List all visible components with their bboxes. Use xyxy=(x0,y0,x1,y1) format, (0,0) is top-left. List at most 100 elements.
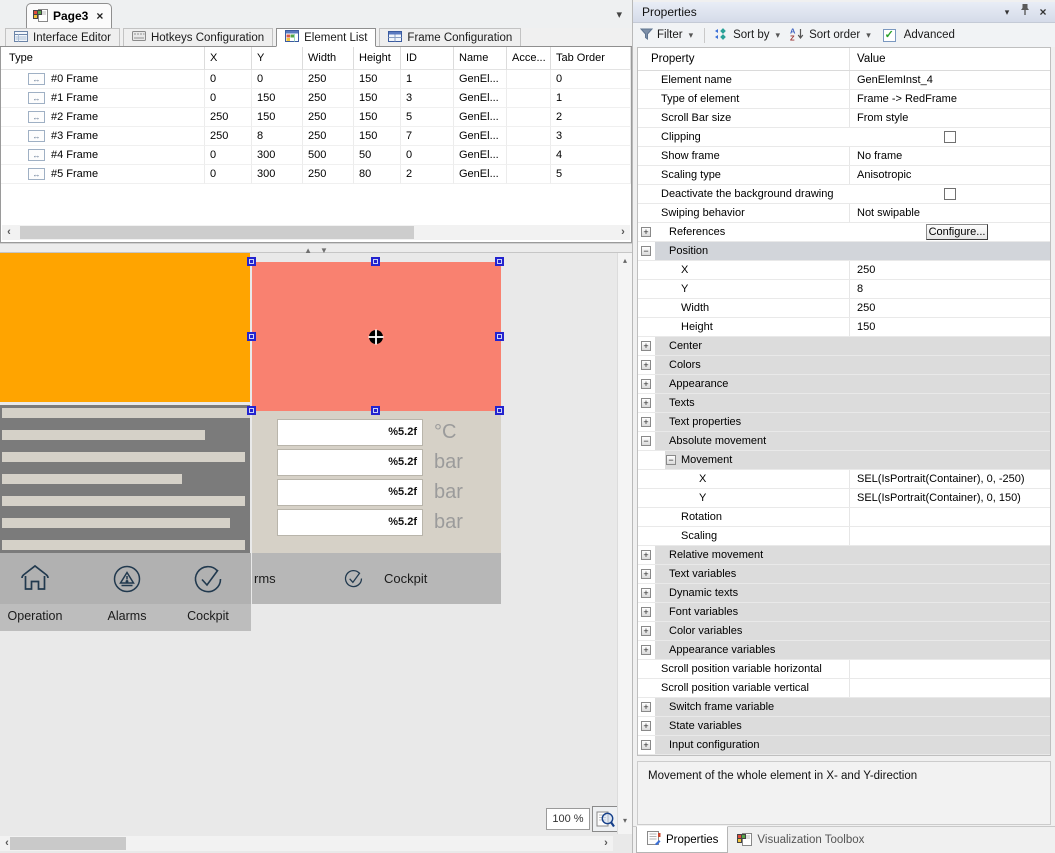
configure-button[interactable]: Configure... xyxy=(926,224,988,240)
column-header[interactable]: Tab Order xyxy=(551,47,631,70)
property-row[interactable]: + Center xyxy=(638,337,1050,356)
property-row[interactable]: − Absolute movement xyxy=(638,432,1050,451)
canvas-value-field[interactable]: %5.2f °C xyxy=(277,419,477,446)
expander-icon[interactable]: + xyxy=(641,702,651,712)
property-value[interactable] xyxy=(849,508,1050,526)
table-row[interactable]: ↔#1 Frame 0 150 250 150 3 GenEl... 1 xyxy=(1,89,631,108)
property-value[interactable]: 250 xyxy=(849,299,1050,317)
canvas-value-field[interactable]: %5.2f bar xyxy=(277,449,477,476)
column-header[interactable]: Acce... xyxy=(507,47,551,70)
expander-icon[interactable]: + xyxy=(641,550,651,560)
property-value[interactable] xyxy=(849,660,1050,678)
selection-handle-se[interactable] xyxy=(495,406,504,415)
subtab-element-list[interactable]: Element List xyxy=(276,28,376,47)
column-header[interactable]: Width xyxy=(303,47,354,70)
subtab-hotkeys-configuration[interactable]: Hotkeys Configuration xyxy=(123,28,273,46)
column-header-property[interactable]: Property xyxy=(638,48,849,70)
orange-frame-element[interactable] xyxy=(0,253,250,402)
panel-menu-dropdown-icon[interactable]: ▾ xyxy=(998,2,1016,23)
expander-icon[interactable]: + xyxy=(641,360,651,370)
subtab-interface-editor[interactable]: Interface Editor xyxy=(5,28,120,46)
scroll-up-icon[interactable]: ▴ xyxy=(618,256,632,265)
selection-handle-nw[interactable] xyxy=(247,257,256,266)
property-row[interactable]: + Font variables xyxy=(638,603,1050,622)
property-row[interactable]: Scroll Bar size From style xyxy=(638,109,1050,128)
canvas-vertical-scrollbar[interactable]: ▴ ▾ xyxy=(617,253,632,834)
properties-title-bar[interactable]: Properties ▾ × xyxy=(633,2,1055,23)
property-row[interactable]: + Input configuration xyxy=(638,736,1050,755)
property-row[interactable]: + Colors xyxy=(638,356,1050,375)
property-row[interactable]: + Texts xyxy=(638,394,1050,413)
column-header[interactable]: Y xyxy=(252,47,303,70)
sort-by-icon[interactable] xyxy=(714,28,729,43)
table-horizontal-scrollbar[interactable]: ‹ › xyxy=(2,225,630,240)
close-icon[interactable]: × xyxy=(1034,2,1052,23)
selection-handle-w[interactable] xyxy=(247,332,256,341)
property-row[interactable]: Swiping behavior Not swipable xyxy=(638,204,1050,223)
tab-properties[interactable]: Properties xyxy=(636,826,728,853)
property-value[interactable]: 8 xyxy=(849,280,1050,298)
table-row[interactable]: ↔#0 Frame 0 0 250 150 1 GenEl... 0 xyxy=(1,70,631,89)
filter-button[interactable]: Filter xyxy=(657,29,683,41)
property-row[interactable]: − Position xyxy=(638,242,1050,261)
expander-icon[interactable]: + xyxy=(641,569,651,579)
property-row[interactable]: X 250 xyxy=(638,261,1050,280)
property-value[interactable] xyxy=(849,527,1050,545)
property-row[interactable]: + Dynamic texts xyxy=(638,584,1050,603)
scroll-left-icon[interactable]: ‹ xyxy=(2,225,16,240)
expander-icon[interactable]: + xyxy=(641,417,651,427)
property-row[interactable]: Width 250 xyxy=(638,299,1050,318)
expander-icon[interactable]: + xyxy=(641,588,651,598)
column-header[interactable]: X xyxy=(205,47,252,70)
property-row[interactable]: Clipping xyxy=(638,128,1050,147)
nav-item-cockpit[interactable]: Cockpit xyxy=(177,553,239,631)
expander-icon[interactable]: − xyxy=(641,246,651,256)
advanced-checkbox[interactable]: ✓ xyxy=(883,29,896,42)
expander-icon[interactable]: + xyxy=(641,645,651,655)
property-row[interactable]: + Text variables xyxy=(638,565,1050,584)
property-row[interactable]: + Color variables xyxy=(638,622,1050,641)
canvas-value-field[interactable]: %5.2f bar xyxy=(277,509,477,536)
nav-item-alarms[interactable]: Alarms xyxy=(96,553,158,631)
property-row[interactable]: + Text properties xyxy=(638,413,1050,432)
expander-icon[interactable]: − xyxy=(666,455,676,465)
property-value[interactable]: 250 xyxy=(849,261,1050,279)
nav-label-cockpit[interactable]: Cockpit xyxy=(384,553,427,604)
property-value[interactable]: From style xyxy=(849,109,1050,127)
property-value[interactable]: Frame -> RedFrame xyxy=(849,90,1050,108)
column-header[interactable]: Name xyxy=(454,47,507,70)
format-text-input[interactable]: %5.2f xyxy=(277,509,423,536)
property-row[interactable]: + Appearance variables xyxy=(638,641,1050,660)
property-value[interactable]: SEL(IsPortrait(Container), 0, -250) xyxy=(849,470,1050,488)
property-value[interactable] xyxy=(849,679,1050,697)
column-header-value[interactable]: Value xyxy=(849,48,1050,70)
property-row[interactable]: + Appearance xyxy=(638,375,1050,394)
selection-handle-s[interactable] xyxy=(371,406,380,415)
pin-icon[interactable] xyxy=(1016,2,1034,23)
canvas-value-field[interactable]: %5.2f bar xyxy=(277,479,477,506)
tab-visualization-toolbox[interactable]: Visualization Toolbox xyxy=(728,827,873,853)
zoom-tool-button[interactable] xyxy=(592,806,618,832)
nav-item-operation[interactable]: Operation xyxy=(4,553,66,631)
expander-icon[interactable]: + xyxy=(641,721,651,731)
design-canvas[interactable]: %5.2f °C %5.2f bar %5.2f bar %5.2f bar O… xyxy=(0,253,632,853)
scrollbar-thumb[interactable] xyxy=(20,226,414,239)
table-row[interactable]: ↔#3 Frame 250 8 250 150 7 GenEl... 3 xyxy=(1,127,631,146)
selection-handle-e[interactable] xyxy=(495,332,504,341)
format-text-input[interactable]: %5.2f xyxy=(277,479,423,506)
table-row[interactable]: ↔#5 Frame 0 300 250 80 2 GenEl... 5 xyxy=(1,165,631,184)
property-row[interactable]: Height 150 xyxy=(638,318,1050,337)
property-row[interactable]: X SEL(IsPortrait(Container), 0, -250) xyxy=(638,470,1050,489)
tab-list-dropdown-icon[interactable]: ▾ xyxy=(616,8,622,21)
property-row[interactable]: Deactivate the background drawing xyxy=(638,185,1050,204)
tab-close-icon[interactable]: × xyxy=(96,9,103,23)
expander-icon[interactable]: + xyxy=(641,607,651,617)
property-row[interactable]: Type of element Frame -> RedFrame xyxy=(638,90,1050,109)
selection-handle-sw[interactable] xyxy=(247,406,256,415)
zoom-level-indicator[interactable]: 100 % xyxy=(546,808,590,830)
filter-icon[interactable] xyxy=(640,28,653,43)
column-header[interactable]: Type xyxy=(1,47,205,70)
expander-icon[interactable]: + xyxy=(641,626,651,636)
expander-icon[interactable]: + xyxy=(641,227,651,237)
property-value[interactable]: SEL(IsPortrait(Container), 0, 150) xyxy=(849,489,1050,507)
